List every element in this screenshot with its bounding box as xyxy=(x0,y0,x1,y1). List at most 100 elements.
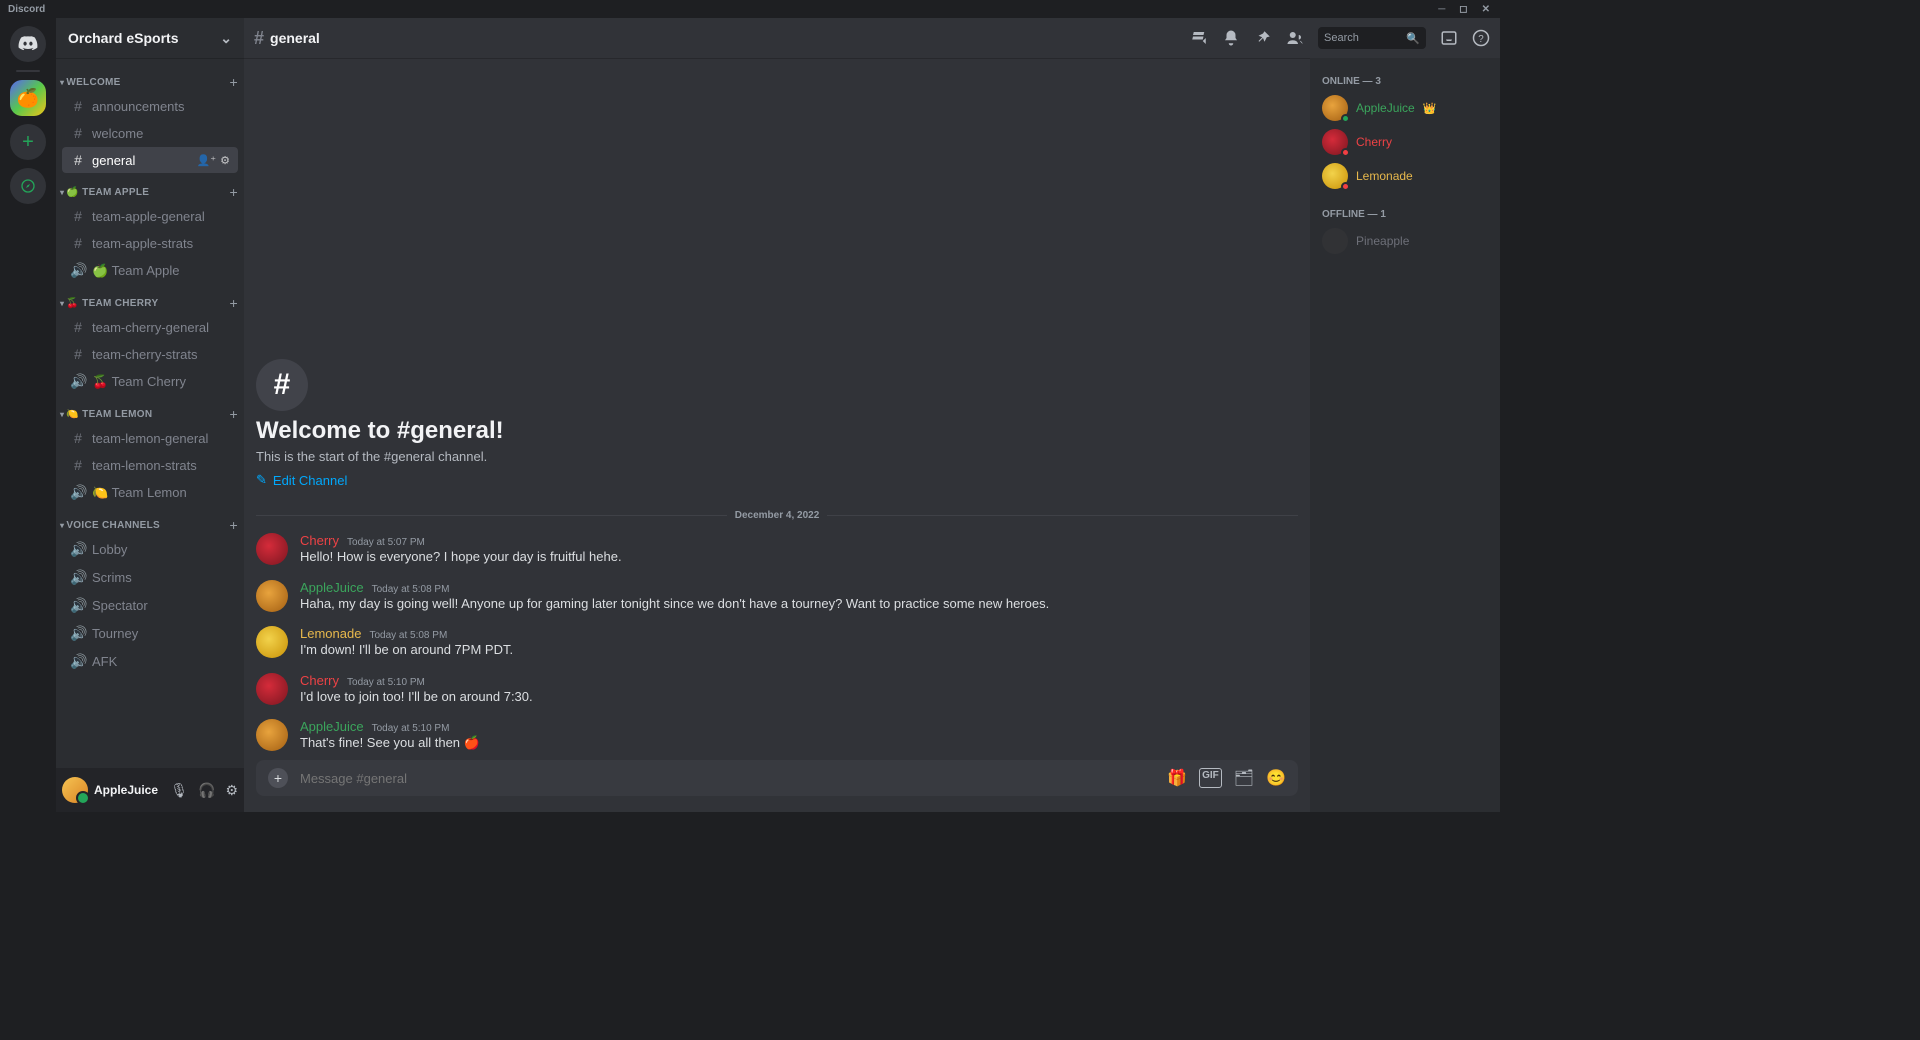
guild-rail: 🍊 + xyxy=(0,18,56,812)
category-header[interactable]: ▾ 🍒 TEAM CHERRY+ xyxy=(56,285,244,313)
category-header[interactable]: ▾ 🍋 TEAM LEMON+ xyxy=(56,396,244,424)
minimize-button[interactable]: ─ xyxy=(1438,4,1445,15)
text-channel-general[interactable]: #general👤⁺⚙ xyxy=(62,147,238,173)
hash-icon: # xyxy=(254,28,264,49)
add-channel-icon[interactable]: + xyxy=(230,184,238,200)
search-input[interactable]: Search 🔍 xyxy=(1318,27,1426,49)
voice-channel-spectator[interactable]: 🔊Spectator xyxy=(62,592,238,619)
message-scroller[interactable]: # Welcome to #general! This is the start… xyxy=(244,58,1310,760)
explore-button[interactable] xyxy=(10,168,46,204)
message[interactable]: AppleJuiceToday at 5:10 PM That's fine! … xyxy=(256,713,1298,760)
channel-label: Scrims xyxy=(92,570,132,585)
voice-channel--team-lemon[interactable]: 🔊🍋 Team Lemon xyxy=(62,479,238,506)
pinned-icon[interactable] xyxy=(1254,29,1272,47)
message[interactable]: CherryToday at 5:07 PM Hello! How is eve… xyxy=(256,527,1298,574)
voice-channel-afk[interactable]: 🔊AFK xyxy=(62,648,238,675)
close-button[interactable]: ✕ xyxy=(1482,4,1490,15)
member-row[interactable]: Lemonade xyxy=(1316,159,1494,193)
avatar[interactable] xyxy=(256,533,288,565)
mute-icon[interactable]: 🎙 xyxy=(170,782,188,799)
sticker-icon[interactable]: 🗂 xyxy=(1234,768,1254,788)
voice-channel-lobby[interactable]: 🔊Lobby xyxy=(62,536,238,563)
category-header[interactable]: ▾ WELCOME+ xyxy=(56,64,244,92)
invite-icon[interactable]: 👤⁺ xyxy=(197,154,217,167)
inbox-icon[interactable] xyxy=(1440,29,1458,47)
voice-channel--team-apple[interactable]: 🔊🍏 Team Apple xyxy=(62,257,238,284)
category-header[interactable]: ▾ VOICE CHANNELS+ xyxy=(56,507,244,535)
add-channel-icon[interactable]: + xyxy=(230,517,238,533)
message-composer[interactable]: + 🎁 GIF 🗂 😊 xyxy=(256,760,1298,796)
avatar[interactable] xyxy=(256,673,288,705)
add-channel-icon[interactable]: + xyxy=(230,295,238,311)
avatar[interactable] xyxy=(256,719,288,751)
members-toggle-icon[interactable] xyxy=(1286,29,1304,47)
member-row[interactable]: Cherry xyxy=(1316,125,1494,159)
channel-label: team-cherry-strats xyxy=(92,347,197,362)
emoji-icon[interactable]: 😊 xyxy=(1266,768,1286,788)
online-heading: ONLINE — 3 xyxy=(1316,72,1494,91)
settings-icon[interactable]: ⚙ xyxy=(225,782,238,799)
avatar[interactable] xyxy=(256,626,288,658)
gif-icon[interactable]: GIF xyxy=(1199,768,1222,788)
add-server-button[interactable]: + xyxy=(10,124,46,160)
pencil-icon: ✎ xyxy=(256,472,267,488)
member-row[interactable]: Pineapple xyxy=(1316,224,1494,258)
channel-label: announcements xyxy=(92,99,185,114)
self-avatar[interactable] xyxy=(62,777,88,803)
user-panel: AppleJuice 🎙 🎧 ⚙ xyxy=(56,768,244,812)
text-channel-team-lemon-strats[interactable]: #team-lemon-strats xyxy=(62,452,238,478)
message-author[interactable]: Cherry xyxy=(300,533,339,548)
channel-label: team-apple-strats xyxy=(92,236,193,251)
avatar[interactable] xyxy=(256,580,288,612)
text-channel-team-apple-strats[interactable]: # team-apple-strats xyxy=(62,230,238,256)
message-author[interactable]: AppleJuice xyxy=(300,719,364,734)
home-button[interactable] xyxy=(10,26,46,62)
hash-icon: # xyxy=(70,235,86,251)
member-name: Pineapple xyxy=(1356,234,1409,248)
message-input[interactable] xyxy=(300,771,1155,786)
text-channel-team-lemon-general[interactable]: #team-lemon-general xyxy=(62,425,238,451)
speaker-icon: 🔊 xyxy=(70,262,86,279)
message-body: Haha, my day is going well! Anyone up fo… xyxy=(300,595,1049,613)
attach-button[interactable]: + xyxy=(268,768,288,788)
deafen-icon[interactable]: 🎧 xyxy=(198,782,215,799)
chevron-down-icon: ⌄ xyxy=(220,30,232,47)
notifications-icon[interactable] xyxy=(1222,29,1240,47)
text-channel-announcements[interactable]: # announcements xyxy=(62,93,238,119)
member-row[interactable]: AppleJuice👑 xyxy=(1316,91,1494,125)
add-channel-icon[interactable]: + xyxy=(230,406,238,422)
gear-icon[interactable]: ⚙ xyxy=(220,154,230,167)
gift-icon[interactable]: 🎁 xyxy=(1167,768,1187,788)
text-channel-team-cherry-general[interactable]: #team-cherry-general xyxy=(62,314,238,340)
category-header[interactable]: ▾ 🍏 TEAM APPLE+ xyxy=(56,174,244,202)
add-channel-icon[interactable]: + xyxy=(230,74,238,90)
voice-channel--team-cherry[interactable]: 🔊🍒 Team Cherry xyxy=(62,368,238,395)
text-channel-team-cherry-strats[interactable]: #team-cherry-strats xyxy=(62,341,238,367)
message[interactable]: AppleJuiceToday at 5:08 PM Haha, my day … xyxy=(256,574,1298,621)
help-icon[interactable]: ? xyxy=(1472,29,1490,47)
voice-channel-tourney[interactable]: 🔊Tourney xyxy=(62,620,238,647)
channel-label: team-lemon-general xyxy=(92,431,208,446)
edit-channel-link[interactable]: ✎ Edit Channel xyxy=(256,472,347,488)
server-header[interactable]: Orchard eSports ⌄ xyxy=(56,18,244,58)
message-timestamp: Today at 5:10 PM xyxy=(347,677,425,688)
server-orchard-esports[interactable]: 🍊 xyxy=(10,80,46,116)
message[interactable]: CherryToday at 5:10 PM I'd love to join … xyxy=(256,667,1298,714)
avatar xyxy=(1322,129,1348,155)
hash-icon: # xyxy=(70,208,86,224)
text-channel-team-apple-general[interactable]: #team-apple-general xyxy=(62,203,238,229)
maximize-button[interactable]: ◻ xyxy=(1459,4,1467,15)
message-timestamp: Today at 5:07 PM xyxy=(347,537,425,548)
message-author[interactable]: Cherry xyxy=(300,673,339,688)
text-channel-welcome[interactable]: #welcome xyxy=(62,120,238,146)
threads-icon[interactable] xyxy=(1190,29,1208,47)
voice-channel-scrims[interactable]: 🔊Scrims xyxy=(62,564,238,591)
message-author[interactable]: AppleJuice xyxy=(300,580,364,595)
welcome-subtitle: This is the start of the #general channe… xyxy=(256,449,1298,464)
message-author[interactable]: Lemonade xyxy=(300,626,361,641)
hash-icon: # xyxy=(70,98,86,114)
message-timestamp: Today at 5:08 PM xyxy=(369,630,447,641)
main-area: # general Search 🔍 xyxy=(244,18,1500,812)
message[interactable]: LemonadeToday at 5:08 PM I'm down! I'll … xyxy=(256,620,1298,667)
avatar xyxy=(1322,228,1348,254)
